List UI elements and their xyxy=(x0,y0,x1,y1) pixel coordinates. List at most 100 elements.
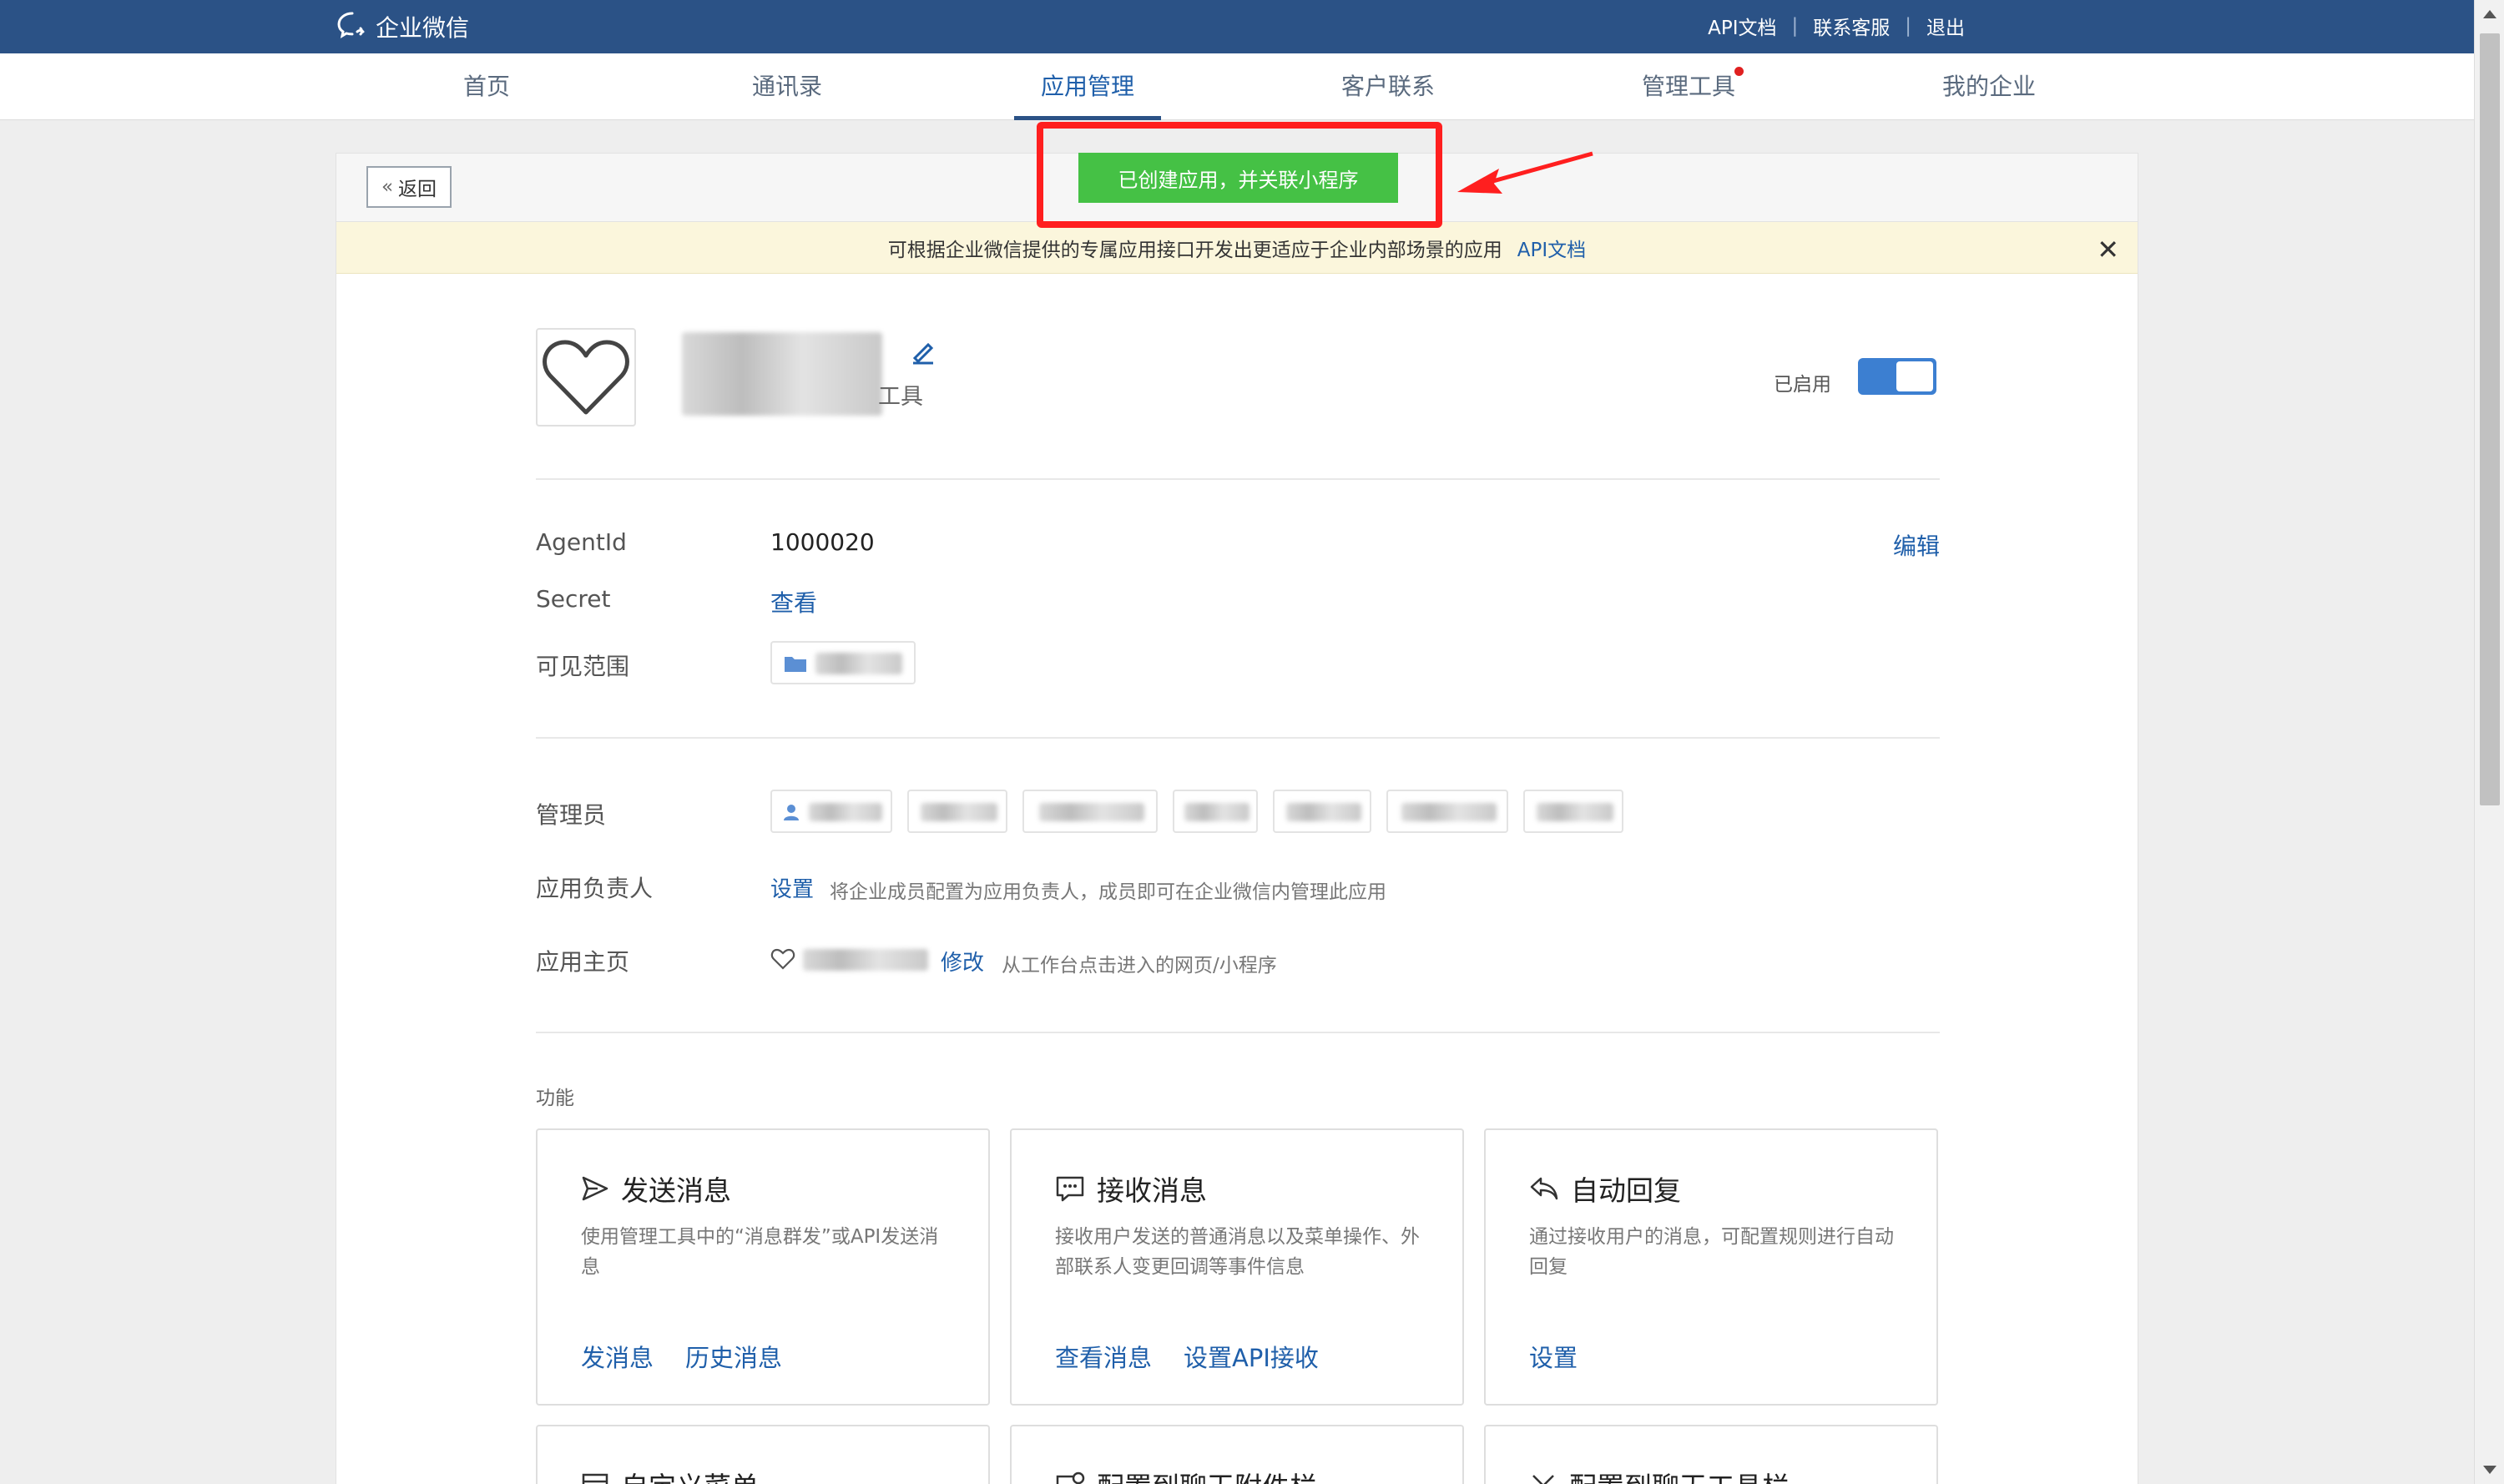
app-name-redacted xyxy=(682,332,882,416)
feature-card-chat-attachment: 配置到聊天附件栏 xyxy=(1010,1425,1464,1484)
message-history-link[interactable]: 历史消息 xyxy=(685,1339,782,1374)
set-api-receive-link[interactable]: 设置API接收 xyxy=(1184,1339,1319,1374)
reply-icon xyxy=(1530,1177,1558,1200)
scroll-down-arrow-icon[interactable] xyxy=(2483,1466,2496,1474)
nav-management-tools[interactable]: 管理工具 xyxy=(1615,53,1762,120)
visible-scope-chip[interactable] xyxy=(770,641,916,684)
view-secret-link[interactable]: 查看 xyxy=(770,585,817,618)
admin-chip[interactable] xyxy=(1273,790,1371,833)
main-nav: 首页 通讯录 应用管理 客户联系 管理工具 我的企业 xyxy=(0,53,2474,120)
edit-home-link[interactable]: 修改 xyxy=(941,946,984,977)
admin-chip[interactable] xyxy=(1022,790,1158,833)
secret-label: Secret xyxy=(536,585,611,613)
home-hint: 从工作台点击进入的网页/小程序 xyxy=(1002,955,1277,977)
nav-app-management[interactable]: 应用管理 xyxy=(1014,53,1161,120)
feature-title-text: 接收消息 xyxy=(1097,1174,1207,1207)
view-messages-link[interactable]: 查看消息 xyxy=(1055,1339,1152,1374)
feature-links: 设置 xyxy=(1529,1339,1578,1374)
divider: | xyxy=(1791,15,1799,37)
feature-title-text: 发送消息 xyxy=(621,1174,731,1207)
admin-name-redacted xyxy=(809,803,882,821)
app-status-label: 已启用 xyxy=(1774,374,1831,396)
scroll-up-arrow-icon[interactable] xyxy=(2483,10,2496,18)
app-icon xyxy=(536,328,636,427)
app-enabled-toggle[interactable] xyxy=(1858,358,1936,395)
admin-chip[interactable] xyxy=(1523,790,1623,833)
folder-icon xyxy=(785,657,806,672)
admin-name-redacted xyxy=(1401,803,1497,821)
heart-icon xyxy=(543,340,629,415)
admin-name-redacted xyxy=(1184,803,1249,821)
api-docs-link[interactable]: API文档 xyxy=(1708,12,1776,40)
feature-title: 接收消息 xyxy=(1055,1169,1207,1209)
scope-name-redacted xyxy=(815,653,902,674)
nav-management-tools-label: 管理工具 xyxy=(1641,73,1735,100)
feature-title: 自动回复 xyxy=(1529,1169,1681,1209)
feature-desc: 接收用户发送的普通消息以及菜单操作、外部联系人变更回调等事件信息 xyxy=(1055,1226,1420,1278)
card-body: 工具 已启用 AgentId 1000020 编辑 Secret 查看 可见范围… xyxy=(336,153,2138,1484)
send-message-link[interactable]: 发消息 xyxy=(581,1339,654,1374)
feature-card-auto-reply: 自动回复 通过接收用户的消息，可配置规则进行自动回复 设置 xyxy=(1484,1128,1938,1406)
menu-icon xyxy=(582,1473,608,1484)
top-links: API文档 | 联系客服 | 退出 xyxy=(1708,12,1965,40)
heart-icon xyxy=(770,948,795,970)
user-icon xyxy=(784,805,799,820)
nav-my-company[interactable]: 我的企业 xyxy=(1916,53,2062,120)
divider xyxy=(536,478,1940,480)
set-owner-link[interactable]: 设置 xyxy=(770,872,814,903)
feature-title: 配置到聊天工具栏 xyxy=(1529,1465,1790,1484)
logo[interactable]: 企业微信 xyxy=(336,10,469,43)
feature-title-text: 配置到聊天工具栏 xyxy=(1569,1465,1790,1484)
feature-links: 查看消息 设置API接收 xyxy=(1055,1339,1319,1374)
owner-hint: 将企业成员配置为应用负责人，成员即可在企业微信内管理此应用 xyxy=(830,881,1386,903)
app-description: 工具 xyxy=(878,384,923,410)
attachment-bar-icon xyxy=(1056,1471,1085,1484)
chat-icon xyxy=(1056,1176,1084,1202)
feature-card-send: 发送消息 使用管理工具中的“消息群发”或API发送消息 发消息 历史消息 xyxy=(536,1128,990,1406)
toggle-knob xyxy=(1896,361,1933,391)
contact-support-link[interactable]: 联系客服 xyxy=(1813,12,1890,40)
notification-dot xyxy=(1734,67,1744,76)
app-owner-label: 应用负责人 xyxy=(536,875,654,902)
admin-name-redacted xyxy=(1537,803,1613,821)
logo-text: 企业微信 xyxy=(376,14,470,42)
feature-title: 配置到聊天附件栏 xyxy=(1055,1465,1317,1484)
feature-title-text: 配置到聊天附件栏 xyxy=(1097,1465,1317,1484)
pencil-icon[interactable] xyxy=(910,338,936,365)
nav-home[interactable]: 首页 xyxy=(413,53,560,120)
visible-scope-label: 可见范围 xyxy=(536,653,630,680)
edit-link[interactable]: 编辑 xyxy=(1893,528,1940,562)
top-bar: 企业微信 API文档 | 联系客服 | 退出 xyxy=(0,0,2474,53)
wecom-logo-icon xyxy=(337,12,365,39)
feature-card-receive: 接收消息 接收用户发送的普通消息以及菜单操作、外部联系人变更回调等事件信息 查看… xyxy=(1010,1128,1464,1406)
divider: | xyxy=(1905,15,1911,37)
agentid-value: 1000020 xyxy=(770,528,875,556)
feature-title-text: 自动回复 xyxy=(1571,1174,1681,1207)
nav-customer-contact[interactable]: 客户联系 xyxy=(1315,53,1462,120)
nav-contacts[interactable]: 通讯录 xyxy=(714,53,861,120)
send-icon xyxy=(582,1176,608,1201)
admin-name-redacted xyxy=(921,803,997,821)
divider xyxy=(536,737,1940,739)
admin-chip[interactable] xyxy=(907,790,1007,833)
page-scrollbar[interactable] xyxy=(2474,0,2504,1484)
features-section-title: 功能 xyxy=(536,1088,574,1109)
feature-title: 发送消息 xyxy=(581,1169,731,1209)
tools-icon xyxy=(1532,1475,1554,1484)
admin-chip[interactable] xyxy=(1386,790,1508,833)
scroll-thumb[interactable] xyxy=(2480,33,2500,805)
feature-card-chat-toolbar: 配置到聊天工具栏 xyxy=(1484,1425,1938,1484)
admin-label: 管理员 xyxy=(536,801,607,829)
feature-desc: 使用管理工具中的“消息群发”或API发送消息 xyxy=(581,1226,939,1278)
divider xyxy=(536,1032,1940,1033)
auto-reply-settings-link[interactable]: 设置 xyxy=(1529,1339,1578,1374)
feature-title: 自定义菜单 xyxy=(581,1465,759,1484)
feature-card-custom-menu: 自定义菜单 xyxy=(536,1425,990,1484)
logout-link[interactable]: 退出 xyxy=(1926,12,1965,40)
feature-desc: 通过接收用户的消息，可配置规则进行自动回复 xyxy=(1529,1226,1894,1278)
admin-chip[interactable] xyxy=(770,790,892,833)
home-page-redacted xyxy=(803,949,928,971)
admin-name-redacted xyxy=(1039,803,1144,821)
admin-chip[interactable] xyxy=(1173,790,1258,833)
app-home-label: 应用主页 xyxy=(536,948,630,976)
